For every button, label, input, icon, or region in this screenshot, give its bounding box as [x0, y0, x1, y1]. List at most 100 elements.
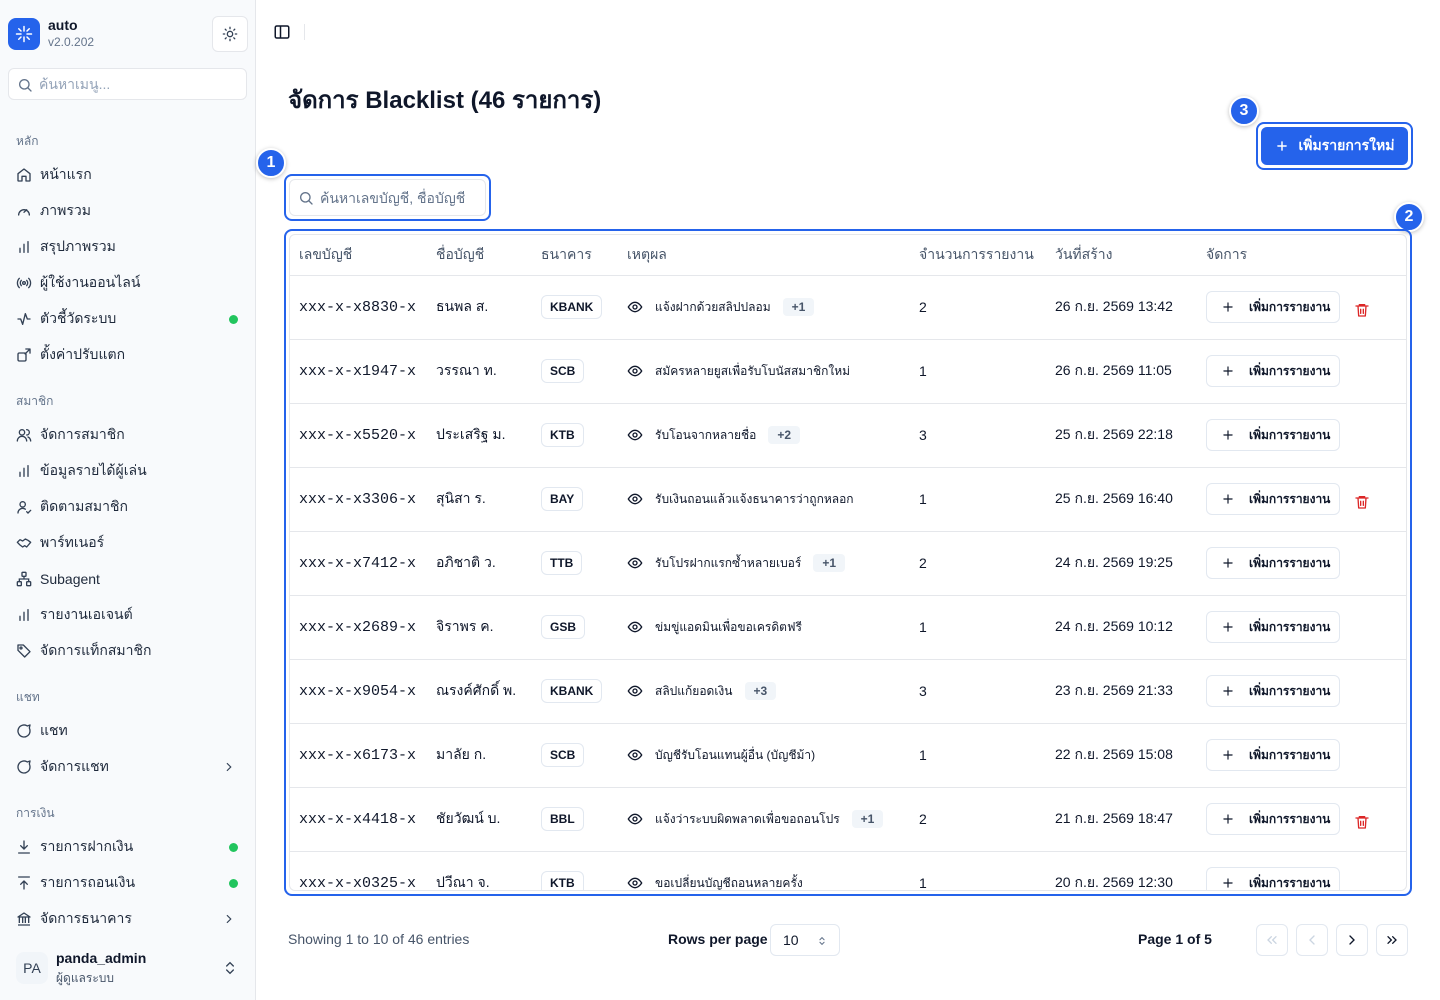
sidebar-item-deposits[interactable]: รายการฝากเงิน: [8, 831, 248, 863]
more-reasons-badge[interactable]: +3: [744, 682, 777, 700]
rows-per-page-select[interactable]: 10: [770, 924, 840, 956]
column-header-account: เลขบัญชี: [290, 235, 427, 276]
sidebar-item-summary[interactable]: สรุปภาพรวม: [8, 231, 248, 263]
eye-icon[interactable]: [627, 555, 643, 571]
add-report-button[interactable]: เพิ่มการรายงาน: [1206, 611, 1340, 643]
sidebar-item-label: ผู้ใช้งานออนไลน์: [40, 274, 141, 290]
eye-icon[interactable]: [627, 875, 643, 891]
add-report-button[interactable]: เพิ่มการรายงาน: [1206, 867, 1340, 890]
add-report-button[interactable]: เพิ่มการรายงาน: [1206, 675, 1340, 707]
sidebar-item-manage-members[interactable]: จัดการสมาชิก: [8, 419, 248, 451]
add-report-label: เพิ่มการรายงาน: [1249, 683, 1331, 698]
sidebar-item-withdrawals[interactable]: รายการถอนเงิน: [8, 867, 248, 899]
sidebar-item-partner[interactable]: พาร์ทเนอร์: [8, 527, 248, 559]
sidebar-item-subagent[interactable]: Subagent: [8, 563, 248, 595]
report-count: 3: [910, 659, 1046, 724]
table-row: xxx-x-x4418-x ชัยวัฒน์ บ. BBL แจ้งว่าระบบผิ…: [290, 787, 1406, 852]
sidebar-item-manage-chat[interactable]: จัดการแชท: [8, 751, 248, 783]
eye-icon[interactable]: [627, 747, 643, 763]
sidebar-item-online-users[interactable]: ผู้ใช้งานออนไลน์: [8, 267, 248, 299]
sidebar-item-label: สรุปภาพรวม: [40, 238, 116, 254]
add-report-label: เพิ่มการรายงาน: [1249, 299, 1331, 314]
delete-button[interactable]: [1354, 494, 1370, 510]
reason-cell: รับเงินถอนแล้วแจ้งธนาคารว่าถูกหลอก: [627, 490, 910, 509]
add-report-button[interactable]: เพิ่มการรายงาน: [1206, 547, 1340, 579]
sidebar-item-manage-banks[interactable]: จัดการธนาคาร: [8, 903, 248, 935]
user-check-icon: [16, 499, 32, 515]
more-reasons-badge[interactable]: +2: [768, 426, 801, 444]
plus-icon: [1276, 141, 1287, 151]
upload-icon: [16, 875, 32, 891]
account-number: xxx-x-x7412-x: [290, 531, 427, 596]
app-logo-icon[interactable]: [8, 18, 40, 50]
next-page-button[interactable]: [1336, 924, 1368, 956]
sidebar-item-system-metrics[interactable]: ตัวชี้วัดระบบ: [8, 303, 248, 335]
created-date: 20 ก.ย. 2569 12:30: [1046, 851, 1197, 890]
reason-cell: ข่มขู่แอดมินเพื่อขอเครดิตฟรี: [627, 618, 910, 637]
report-count: 1: [910, 467, 1046, 532]
user-menu[interactable]: PA panda_admin ผู้ดูแลระบบ: [8, 944, 248, 992]
eye-icon[interactable]: [627, 491, 643, 507]
add-report-button[interactable]: เพิ่มการรายงาน: [1206, 355, 1340, 387]
add-report-label: เพิ่มการรายงาน: [1249, 555, 1331, 570]
annotation-badge-2: 2: [1394, 202, 1424, 232]
sidebar-item-chat[interactable]: แชท: [8, 715, 248, 747]
add-report-button[interactable]: เพิ่มการรายงาน: [1206, 291, 1340, 323]
table-row: xxx-x-x1947-x วรรณา ท. SCB สมัครหลายยูสเพื่…: [290, 339, 1406, 404]
account-number: xxx-x-x4418-x: [290, 787, 427, 852]
blacklist-search-input[interactable]: [320, 180, 480, 216]
chevron-right-icon: [222, 760, 236, 779]
brand: auto v2.0.202: [8, 16, 248, 52]
delete-button[interactable]: [1354, 302, 1370, 318]
reason-text: สมัครหลายยูสเพื่อรับโบนัสสมาชิกใหม่: [655, 363, 851, 378]
more-reasons-badge[interactable]: +1: [813, 554, 846, 572]
users-icon: [16, 427, 32, 443]
eye-icon[interactable]: [627, 427, 643, 443]
app-version: v2.0.202: [48, 35, 95, 49]
previous-page-button[interactable]: [1296, 924, 1328, 956]
sidebar-item-agent-report[interactable]: รายงานเอเจนต์: [8, 599, 248, 631]
add-report-button[interactable]: เพิ่มการรายงาน: [1206, 419, 1340, 451]
sidebar-item-player-income[interactable]: ข้อมูลรายได้ผู้เล่น: [8, 455, 248, 487]
reason-cell: บัญชีรับโอนแทนผู้อื่น (บัญชีม้า): [627, 746, 910, 765]
add-new-button[interactable]: เพิ่มรายการใหม่: [1261, 127, 1408, 165]
add-report-button[interactable]: เพิ่มการรายงาน: [1206, 739, 1340, 771]
report-count: 2: [910, 531, 1046, 596]
add-report-label: เพิ่มการรายงาน: [1249, 811, 1331, 826]
bar-chart-icon: [16, 463, 32, 479]
sidebar-item-track-members[interactable]: ติดตามสมาชิก: [8, 491, 248, 523]
reason-cell: สมัครหลายยูสเพื่อรับโบนัสสมาชิกใหม่: [627, 362, 910, 381]
eye-icon[interactable]: [627, 619, 643, 635]
last-page-button[interactable]: [1376, 924, 1408, 956]
account-number: xxx-x-x1947-x: [290, 339, 427, 404]
radio-icon: [16, 275, 32, 291]
first-page-button[interactable]: [1256, 924, 1288, 956]
sidebar-item-overview[interactable]: ภาพรวม: [8, 195, 248, 227]
more-reasons-badge[interactable]: +1: [782, 298, 815, 316]
sidebar-item-member-tags[interactable]: จัดการแท็กสมาชิก: [8, 635, 248, 667]
trash-icon: [1355, 496, 1369, 509]
sidebar-item-settings[interactable]: ตั้งค่าปรับแตก: [8, 339, 248, 371]
sidebar-toggle-button[interactable]: [272, 20, 292, 44]
sidebar-item-label: ตั้งค่าปรับแตก: [40, 346, 126, 362]
reason-text: รับโปรฝากแรกซ้ำหลายเบอร์: [655, 555, 802, 570]
add-report-button[interactable]: เพิ่มการรายงาน: [1206, 483, 1340, 515]
sidebar-item-home[interactable]: หน้าแรก: [8, 159, 248, 191]
delete-button[interactable]: [1354, 814, 1370, 830]
eye-icon[interactable]: [627, 363, 643, 379]
plus-icon: [1223, 430, 1233, 440]
more-reasons-badge[interactable]: +1: [851, 810, 884, 828]
message-icon: [16, 759, 32, 775]
search-icon: [19, 79, 32, 92]
add-report-button[interactable]: เพิ่มการรายงาน: [1206, 803, 1340, 835]
eye-icon[interactable]: [627, 683, 643, 699]
created-date: 26 ก.ย. 2569 13:42: [1046, 275, 1197, 340]
page-info: Page 1 of 5: [1138, 931, 1212, 947]
section-label-members: สมาชิก: [16, 394, 54, 408]
account-number: xxx-x-x5520-x: [290, 403, 427, 468]
eye-icon[interactable]: [627, 299, 643, 315]
eye-icon[interactable]: [627, 811, 643, 827]
theme-toggle-button[interactable]: [212, 16, 248, 52]
menu-search-input[interactable]: [39, 69, 239, 99]
sidebar-item-label: Subagent: [40, 571, 100, 587]
